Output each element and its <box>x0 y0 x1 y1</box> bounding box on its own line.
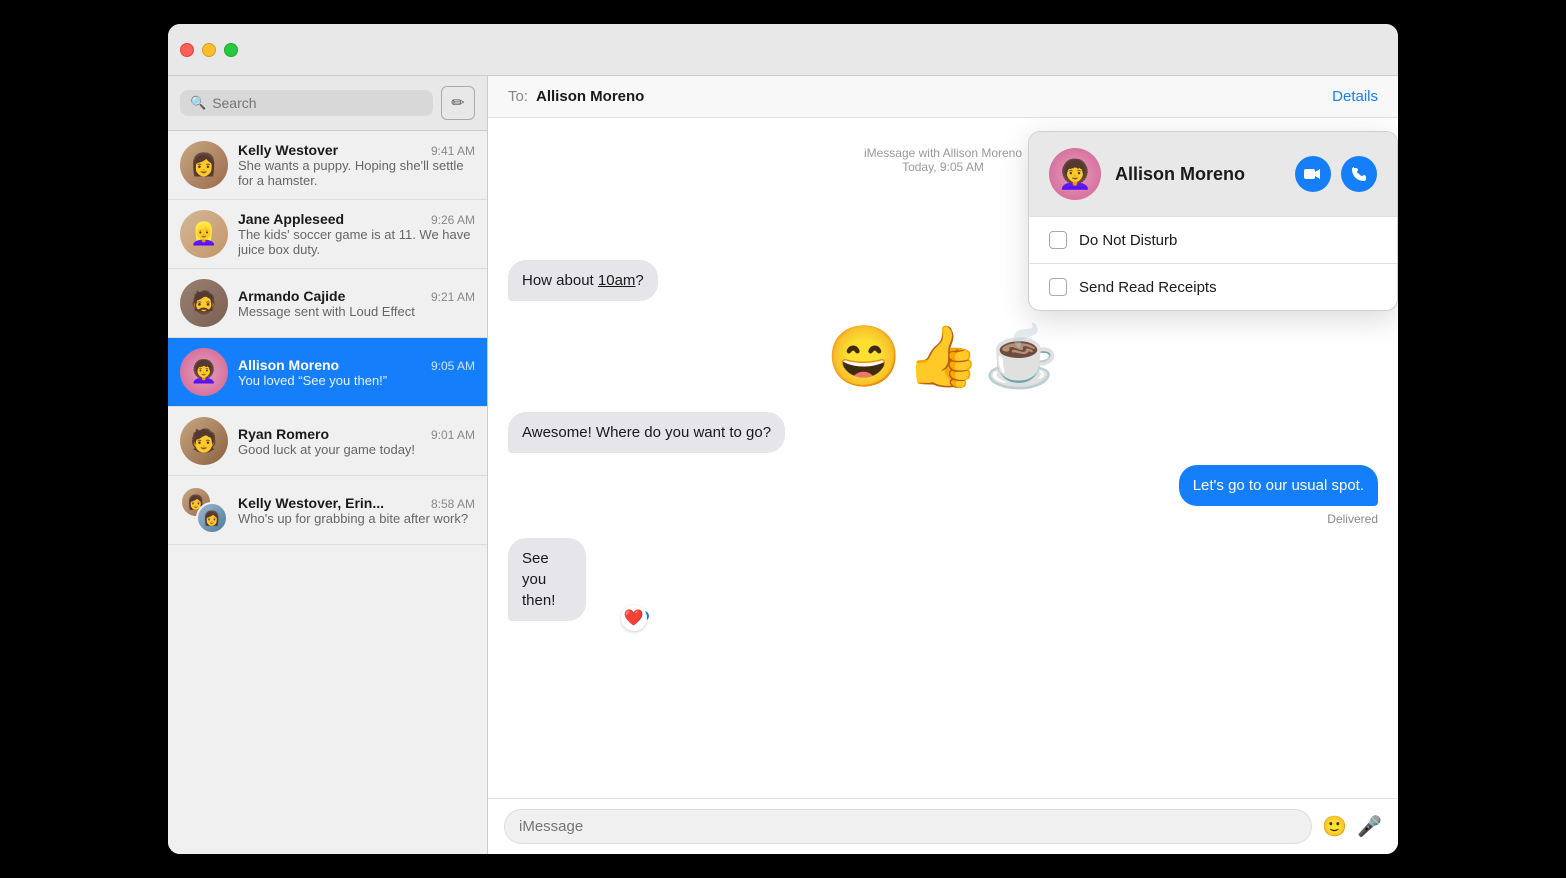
app-window: 🔍 ✏ 👩 Kelly Westover 9:41 AM <box>168 24 1398 854</box>
conversation-item-jane-appleseed[interactable]: 👱‍♀️ Jane Appleseed 9:26 AM The kids' so… <box>168 200 487 269</box>
popup-avatar: 👩‍🦱 <box>1049 148 1101 200</box>
conversation-name: Armando Cajide <box>238 288 345 304</box>
facetime-video-button[interactable] <box>1295 156 1331 192</box>
conversation-preview: The kids' soccer game is at 11. We have … <box>238 227 475 257</box>
compose-icon: ✏ <box>451 93 464 113</box>
phone-icon <box>1351 166 1367 182</box>
avatar: 👩 <box>180 141 228 189</box>
conversation-preview: She wants a puppy. Hoping she'll settle … <box>238 158 475 188</box>
conversation-info: Armando Cajide 9:21 AM Message sent with… <box>238 288 475 319</box>
close-button[interactable] <box>180 43 194 57</box>
conversation-info: Ryan Romero 9:01 AM Good luck at your ga… <box>238 426 475 457</box>
send-read-receipts-row[interactable]: Send Read Receipts <box>1029 264 1397 310</box>
do-not-disturb-label: Do Not Disturb <box>1079 232 1177 249</box>
conversation-item-allison-moreno[interactable]: 👩‍🦱 Allison Moreno 9:05 AM You loved “Se… <box>168 338 487 407</box>
minimize-button[interactable] <box>202 43 216 57</box>
emoji-thumbsup: 👍 <box>906 321 981 392</box>
title-bar <box>168 24 1398 76</box>
main-content: 🔍 ✏ 👩 Kelly Westover 9:41 AM <box>168 76 1398 854</box>
avatar: 👱‍♀️ <box>180 210 228 258</box>
sidebar-header: 🔍 ✏ <box>168 76 487 131</box>
message-bubble-received: How about 10am? <box>508 260 658 301</box>
conversation-time: 9:05 AM <box>431 359 475 373</box>
compose-button[interactable]: ✏ <box>441 86 475 120</box>
conversation-name: Kelly Westover, Erin... <box>238 495 384 511</box>
search-bar[interactable]: 🔍 <box>180 90 433 116</box>
message-input[interactable] <box>504 809 1312 844</box>
conversation-item-ryan-romero[interactable]: 🧑 Ryan Romero 9:01 AM Good luck at your … <box>168 407 487 476</box>
popup-contact-name: Allison Moreno <box>1115 164 1281 185</box>
avatar: 🧑 <box>180 417 228 465</box>
conversation-time: 9:41 AM <box>431 144 475 158</box>
popup-actions <box>1295 156 1377 192</box>
conversation-preview: Who's up for grabbing a bite after work? <box>238 511 475 526</box>
emoji-row: 😄 👍 ☕ <box>508 321 1378 392</box>
conversation-time: 9:26 AM <box>431 213 475 227</box>
search-input[interactable] <box>212 95 423 111</box>
conversation-item-armando-cajide[interactable]: 🧔 Armando Cajide 9:21 AM Message sent wi… <box>168 269 487 338</box>
conversation-preview: You loved “See you then!” <box>238 373 475 388</box>
conversation-info: Jane Appleseed 9:26 AM The kids' soccer … <box>238 211 475 257</box>
emoji-smiley: 😄 <box>827 321 902 392</box>
maximize-button[interactable] <box>224 43 238 57</box>
emoji-coffee: ☕ <box>984 321 1059 392</box>
conversation-time: 9:01 AM <box>431 428 475 442</box>
send-read-receipts-checkbox[interactable] <box>1049 278 1067 296</box>
do-not-disturb-row[interactable]: Do Not Disturb <box>1029 217 1397 263</box>
traffic-lights <box>180 43 238 57</box>
chat-to: To: Allison Moreno <box>508 88 644 105</box>
avatar: 👩‍🦱 <box>180 348 228 396</box>
to-label: To: <box>508 88 528 105</box>
send-read-receipts-label: Send Read Receipts <box>1079 279 1217 296</box>
group-avatar-2: 👩 <box>196 502 228 534</box>
conversation-time: 8:58 AM <box>431 497 475 511</box>
message-row: Let's go to our usual spot. <box>508 465 1378 506</box>
conversation-item-group[interactable]: 👩 👩 Kelly Westover, Erin... 8:58 AM Who'… <box>168 476 487 545</box>
conversation-name: Allison Moreno <box>238 357 339 373</box>
avatar: 🧔 <box>180 279 228 327</box>
conversation-name: Ryan Romero <box>238 426 329 442</box>
popup-avatar-face: 👩‍🦱 <box>1058 158 1093 191</box>
do-not-disturb-checkbox[interactable] <box>1049 231 1067 249</box>
phone-button[interactable] <box>1341 156 1377 192</box>
microphone-button[interactable]: 🎤 <box>1357 814 1382 839</box>
popup-header: 👩‍🦱 Allison Moreno <box>1029 132 1397 216</box>
chat-area: To: Allison Moreno Details iMessage with… <box>488 76 1398 854</box>
details-button[interactable]: Details <box>1332 88 1378 105</box>
conversation-info: Kelly Westover 9:41 AM She wants a puppy… <box>238 142 475 188</box>
input-area: 🙂 🎤 <box>488 798 1398 854</box>
conversation-item-kelly-westover[interactable]: 👩 Kelly Westover 9:41 AM She wants a pup… <box>168 131 487 200</box>
message-row: See you then! ❤️ <box>508 538 1378 621</box>
search-icon: 🔍 <box>190 95 206 111</box>
conversation-preview: Good luck at your game today! <box>238 442 475 457</box>
message-with-reaction: See you then! ❤️ <box>508 538 629 621</box>
conversation-name: Jane Appleseed <box>238 211 344 227</box>
conversation-info: Allison Moreno 9:05 AM You loved “See yo… <box>238 357 475 388</box>
message-bubble-received: Awesome! Where do you want to go? <box>508 412 785 453</box>
video-icon <box>1304 167 1322 181</box>
sidebar: 🔍 ✏ 👩 Kelly Westover 9:41 AM <box>168 76 488 854</box>
conversation-time: 9:21 AM <box>431 290 475 304</box>
conversation-list: 👩 Kelly Westover 9:41 AM She wants a pup… <box>168 131 487 854</box>
delivered-label: Delivered <box>508 512 1378 526</box>
details-popup: 👩‍🦱 Allison Moreno <box>1028 131 1398 311</box>
message-bubble-received: See you then! <box>508 538 586 621</box>
conversation-preview: Message sent with Loud Effect <box>238 304 475 319</box>
reaction-badge: ❤️ <box>621 605 647 631</box>
message-row: Awesome! Where do you want to go? <box>508 412 1378 453</box>
chat-header: To: Allison Moreno Details <box>488 76 1398 118</box>
conversation-name: Kelly Westover <box>238 142 338 158</box>
message-bubble-sent: Let's go to our usual spot. <box>1179 465 1378 506</box>
recipient-name: Allison Moreno <box>536 88 644 105</box>
conversation-info: Kelly Westover, Erin... 8:58 AM Who's up… <box>238 495 475 526</box>
emoji-button[interactable]: 🙂 <box>1322 814 1347 839</box>
group-avatar: 👩 👩 <box>180 486 228 534</box>
